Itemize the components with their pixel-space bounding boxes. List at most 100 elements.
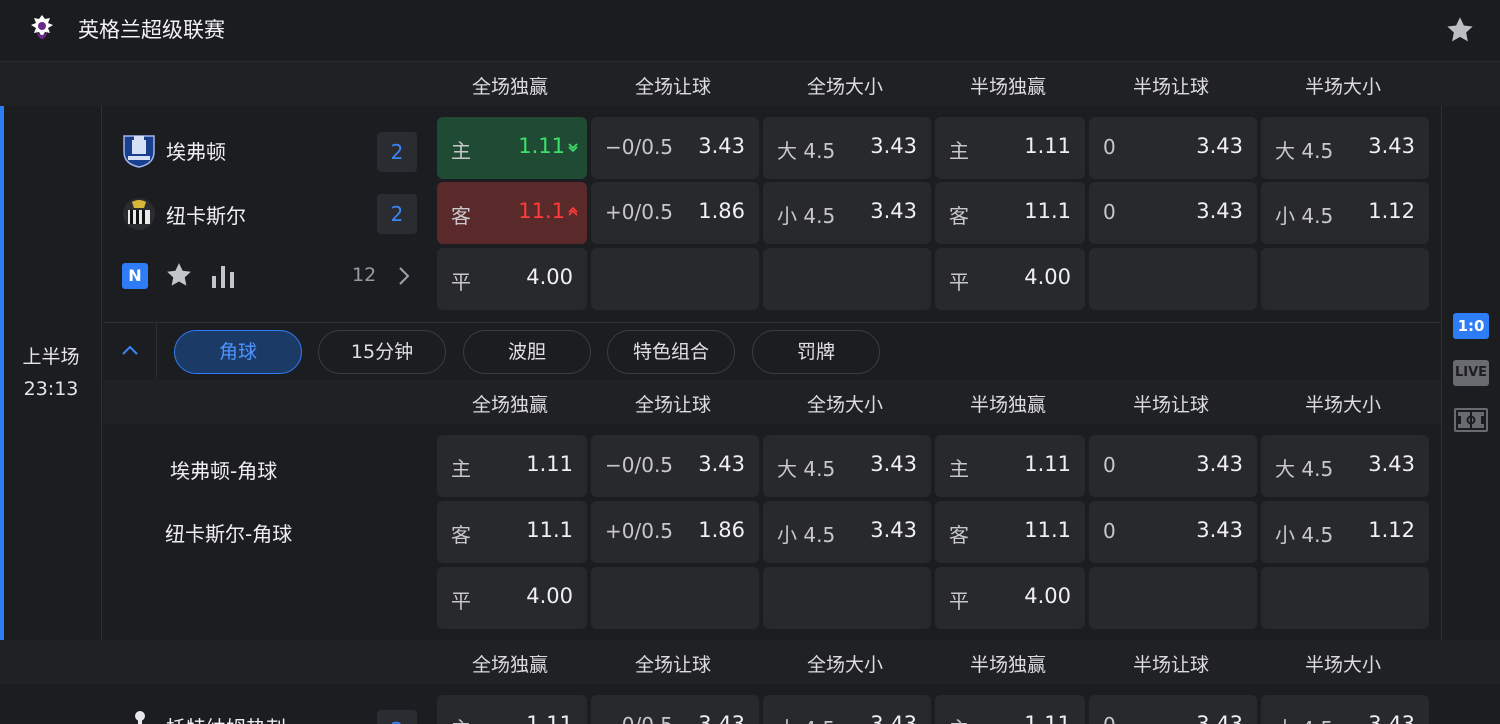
column-header: 半场大小 — [1304, 76, 1381, 98]
column-header: 半场独赢 — [969, 394, 1046, 416]
away-team-name: 纽卡斯尔 — [166, 204, 246, 228]
column-header: 半场让球 — [1132, 76, 1209, 98]
column-header: 全场大小 — [806, 394, 883, 416]
column-header: 全场让球 — [634, 76, 711, 98]
odds-cell[interactable]: 03.43 — [1089, 695, 1257, 724]
tab-correct-score[interactable]: 波胆 — [463, 330, 591, 374]
odds-cell[interactable]: 小 4.5 3.43 — [763, 182, 931, 244]
newcastle-crest-icon — [123, 198, 155, 230]
column-header: 半场大小 — [1304, 394, 1381, 416]
column-header: 全场让球 — [634, 654, 711, 676]
odds-cell[interactable]: 小 4.5 1.12 — [1261, 501, 1429, 563]
column-header: 半场独赢 — [969, 76, 1046, 98]
tab-cards[interactable]: 罚牌 — [752, 330, 880, 374]
odds-cell-empty — [591, 567, 759, 629]
pitch-field-icon[interactable] — [1453, 407, 1489, 433]
odds-cell[interactable]: 客 11.1 — [935, 501, 1085, 563]
odds-cell-empty — [1261, 567, 1429, 629]
column-header: 全场让球 — [634, 394, 711, 416]
tottenham-crest-icon — [135, 711, 145, 724]
neutral-badge: N — [122, 263, 148, 289]
match-favorite-star-icon[interactable] — [164, 260, 194, 290]
odds-cell[interactable]: 客 11.1 — [935, 182, 1085, 244]
odds-cell[interactable]: 主 1.11 — [437, 435, 587, 497]
odds-cell[interactable]: 平 4.00 — [935, 567, 1085, 629]
odds-up-arrow-icon — [568, 206, 578, 216]
odds-cell[interactable]: 平 4.00 — [437, 248, 587, 310]
odds-cell-empty — [763, 248, 931, 310]
match-clock: 23:13 — [23, 378, 79, 400]
column-header: 半场大小 — [1304, 654, 1381, 676]
chevron-right-icon[interactable] — [396, 263, 412, 289]
corners-home-name: 埃弗顿-角球 — [170, 459, 278, 483]
next-home-score: 2 — [377, 710, 417, 724]
odds-cell-empty — [763, 567, 931, 629]
odds-cell[interactable]: 大 4.5 3.43 — [1261, 435, 1429, 497]
collapse-button[interactable] — [103, 323, 157, 379]
odds-cell[interactable]: 小 4.5 1.12 — [1261, 182, 1429, 244]
odds-cell[interactable]: 大 4.5 3.43 — [1261, 117, 1429, 179]
odds-cell[interactable]: 主 1.11 — [935, 117, 1085, 179]
next-home-team-name[interactable]: 托特纳姆热刺 — [166, 712, 286, 724]
odds-cell-empty — [1261, 248, 1429, 310]
column-header-row: 全场独赢 全场让球 全场大小 半场独赢 半场让球 半场大小 — [0, 640, 1500, 684]
odds-cell[interactable]: 0 3.43 — [1089, 501, 1257, 563]
odds-cell[interactable]: 小 4.5 3.43 — [763, 501, 931, 563]
more-markets-count[interactable]: 12 — [352, 264, 376, 286]
corners-away-name: 纽卡斯尔-角球 — [165, 522, 293, 546]
live-score-badge[interactable]: 1:0 — [1453, 313, 1489, 339]
tab-special-combo[interactable]: 特色组合 — [607, 330, 735, 374]
next-match-block: 托特纳姆热刺 2 主1.11 −0/0.53.43 大 4.53.43 主1.1… — [0, 684, 1500, 724]
stats-chart-icon[interactable] — [208, 262, 238, 290]
odds-cell[interactable]: 大 4.5 3.43 — [763, 435, 931, 497]
match-time-column: 上半场 23:13 — [4, 106, 102, 640]
odds-cell[interactable]: 0 3.43 — [1089, 182, 1257, 244]
odds-cell[interactable]: 大 4.53.43 — [763, 695, 931, 724]
odds-cell[interactable]: 主1.11 — [437, 695, 587, 724]
column-header: 全场独赢 — [471, 76, 548, 98]
odds-cell[interactable]: 客 11.1 — [437, 501, 587, 563]
home-score: 2 — [377, 132, 417, 172]
column-header: 半场让球 — [1132, 654, 1209, 676]
odds-cell[interactable]: 0 3.43 — [1089, 117, 1257, 179]
odds-cell[interactable]: 平 4.00 — [437, 567, 587, 629]
column-header: 半场让球 — [1132, 394, 1209, 416]
home-team-name: 埃弗顿 — [166, 140, 226, 164]
odds-cell[interactable]: 大 4.5 3.43 — [763, 117, 931, 179]
column-header: 全场大小 — [806, 76, 883, 98]
column-header: 全场大小 — [806, 654, 883, 676]
tab-corners[interactable]: 角球 — [174, 330, 302, 374]
away-score: 2 — [377, 194, 417, 234]
odds-cell[interactable]: 主 1.11 — [437, 117, 587, 179]
tab-15-minutes[interactable]: 15分钟 — [318, 330, 446, 374]
odds-cell[interactable]: 平 4.00 — [935, 248, 1085, 310]
odds-cell-empty — [1089, 248, 1257, 310]
odds-cell[interactable]: 主1.11 — [935, 695, 1085, 724]
everton-crest-icon — [123, 135, 155, 168]
premier-league-logo — [31, 15, 53, 39]
match-period: 上半场 — [22, 346, 80, 368]
odds-down-arrow-icon — [568, 143, 578, 153]
favorite-star-icon[interactable] — [1444, 14, 1476, 46]
column-header-row: 全场独赢 全场让球 全场大小 半场独赢 半场让球 半场大小 — [103, 380, 1441, 424]
odds-cell[interactable]: 客 11.1 — [437, 182, 587, 244]
odds-cell[interactable]: 主 1.11 — [935, 435, 1085, 497]
odds-cell[interactable]: 0 3.43 — [1089, 435, 1257, 497]
odds-cell[interactable]: −0/0.53.43 — [591, 695, 759, 724]
league-title: 英格兰超级联赛 — [78, 18, 225, 42]
odds-cell[interactable]: +0/0.5 1.86 — [591, 182, 759, 244]
column-header: 全场独赢 — [471, 654, 548, 676]
odds-cell[interactable]: 大 4.53.43 — [1261, 695, 1429, 724]
column-header-row: 全场独赢 全场让球 全场大小 半场独赢 半场让球 半场大小 — [0, 62, 1500, 106]
league-header: 英格兰超级联赛 — [0, 0, 1500, 62]
odds-cell-empty — [591, 248, 759, 310]
market-tabs-row: 角球 15分钟 波胆 特色组合 罚牌 — [103, 322, 1441, 379]
chevron-up-icon — [122, 345, 138, 355]
live-stream-badge[interactable]: LIVE — [1453, 360, 1489, 386]
column-header: 全场独赢 — [471, 394, 548, 416]
column-header: 半场独赢 — [969, 654, 1046, 676]
odds-cell-empty — [1089, 567, 1257, 629]
odds-cell[interactable]: −0/0.5 3.43 — [591, 435, 759, 497]
odds-cell[interactable]: +0/0.5 1.86 — [591, 501, 759, 563]
odds-cell[interactable]: −0/0.5 3.43 — [591, 117, 759, 179]
